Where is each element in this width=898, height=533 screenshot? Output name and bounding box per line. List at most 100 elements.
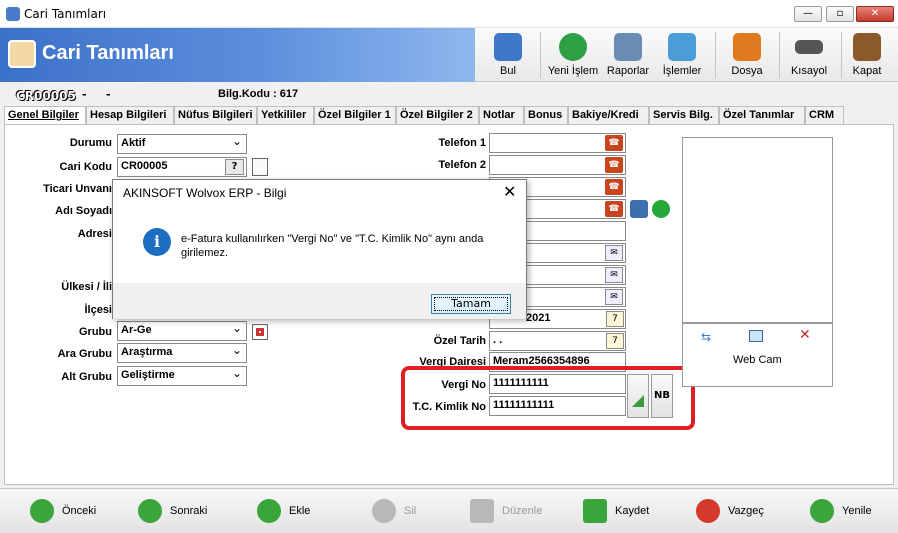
operations-button[interactable]: İşlemler bbox=[659, 28, 705, 82]
calendar-icon[interactable]: 7 bbox=[606, 333, 624, 349]
edit-button[interactable]: Düzenle bbox=[470, 499, 544, 523]
contacts-icon bbox=[8, 40, 36, 68]
save-button[interactable]: Kaydet bbox=[583, 499, 655, 523]
phone-icon[interactable]: ☎ bbox=[605, 179, 623, 195]
ok-button[interactable]: Tamam bbox=[431, 294, 511, 314]
dialog-title: AKINSOFT Wolvox ERP - Bilgi bbox=[123, 186, 287, 200]
tab-crm[interactable]: CRM bbox=[805, 106, 844, 125]
ticari-unvani-label: Ticari Unvanı bbox=[43, 183, 112, 195]
ara-grubu-select[interactable]: Araştırma bbox=[117, 343, 247, 363]
ara-grubu-label: Ara Grubu bbox=[57, 348, 112, 360]
bottom-navbar: Önceki Sonraki Ekle Sil Düzenle Kaydet V… bbox=[0, 488, 898, 533]
operations-icon bbox=[668, 33, 696, 61]
alt-grubu-select[interactable]: Geliştirme bbox=[117, 366, 247, 386]
adi-soyadi-label: Adı Soyadı bbox=[55, 205, 112, 217]
next-button[interactable]: Sonraki bbox=[138, 499, 210, 523]
ilcesi-label: İlçesi bbox=[84, 304, 112, 316]
cancel-button[interactable]: Vazgeç bbox=[696, 499, 766, 523]
ozel-tarih-label: Özel Tarih bbox=[433, 335, 486, 347]
tab-hesap-bilgileri[interactable]: Hesap Bilgileri bbox=[86, 106, 174, 125]
cancel-x-icon bbox=[696, 499, 720, 523]
tab-ozel-bilgiler-2[interactable]: Özel Bilgiler 2 bbox=[396, 106, 479, 125]
tab-bakiye-kredi[interactable]: Bakiye/Kredi bbox=[568, 106, 649, 125]
checkmark-icon bbox=[583, 499, 607, 523]
close-button[interactable]: ✕ bbox=[856, 6, 894, 22]
toolbar-divider bbox=[540, 32, 541, 78]
transfer-icon[interactable]: ⇆ bbox=[701, 330, 711, 344]
info-icon: i bbox=[143, 228, 171, 256]
toolbar-divider bbox=[841, 32, 842, 78]
previous-button[interactable]: Önceki bbox=[30, 499, 100, 523]
new-transaction-button[interactable]: Yeni İşlem bbox=[547, 28, 599, 82]
mail-icon[interactable]: ✉ bbox=[605, 245, 623, 261]
tab-genel-bilgiler[interactable]: Genel Bilgiler bbox=[4, 106, 86, 126]
page-header: Cari Tanımları bbox=[0, 28, 475, 82]
grubu-select[interactable]: Ar-Ge bbox=[117, 321, 247, 341]
close-form-button[interactable]: Kapat bbox=[845, 28, 889, 82]
folder-icon bbox=[733, 33, 761, 61]
photo-controls: ⇆ ✕ Web Cam bbox=[682, 323, 833, 387]
dialog-close-icon[interactable]: ✕ bbox=[503, 182, 516, 201]
cari-kodu-label: Cari Kodu bbox=[59, 161, 112, 173]
record-info: CR00005 - - Bilg.Kodu : 617 bbox=[0, 84, 898, 104]
record-dash-2: - bbox=[106, 88, 111, 101]
tab-ozel-tanimlar[interactable]: Özel Tanımlar bbox=[719, 106, 805, 125]
add-button[interactable]: Ekle bbox=[257, 499, 317, 523]
calendar-icon[interactable]: 7 bbox=[606, 311, 624, 327]
telefon-1-label: Telefon 1 bbox=[438, 137, 486, 149]
adresi-label: Adresi bbox=[77, 228, 112, 240]
record-dash-1: - bbox=[82, 88, 87, 101]
tab-bonus[interactable]: Bonus bbox=[524, 106, 568, 125]
main-toolbar: Bul Yeni İşlem Raporlar İşlemler Dosya K… bbox=[475, 28, 898, 82]
minimize-button[interactable]: — bbox=[794, 6, 822, 22]
tab-servis-bilg[interactable]: Servis Bilg. bbox=[649, 106, 719, 125]
find-button[interactable]: Bul bbox=[489, 28, 527, 82]
whatsapp-icon[interactable] bbox=[652, 200, 670, 218]
tab-nufus-bilgileri[interactable]: Nüfus Bilgileri bbox=[174, 106, 257, 125]
app-icon bbox=[6, 7, 20, 21]
camera-icon[interactable] bbox=[749, 330, 763, 342]
dialog-message: e-Fatura kullanılırken "Vergi No" ve "T.… bbox=[181, 233, 484, 259]
window-titlebar: Cari Tanımları — ▫ ✕ bbox=[0, 0, 898, 28]
plus-icon bbox=[559, 33, 587, 61]
shortcut-button[interactable]: Kısayol bbox=[786, 28, 832, 82]
barcode-icon[interactable] bbox=[252, 324, 268, 340]
cari-kodu-lookup-button[interactable]: ? bbox=[225, 159, 244, 175]
telefon-2-label: Telefon 2 bbox=[438, 159, 486, 171]
tab-notlar[interactable]: Notlar bbox=[479, 106, 524, 125]
info-code: Bilg.Kodu : 617 bbox=[218, 88, 299, 100]
refresh-button[interactable]: Yenile bbox=[810, 499, 876, 523]
arrow-left-icon bbox=[30, 499, 54, 523]
document-icon[interactable] bbox=[252, 158, 268, 176]
delete-button[interactable]: Sil bbox=[372, 499, 422, 523]
webcam-label[interactable]: Web Cam bbox=[733, 354, 782, 366]
file-button[interactable]: Dosya bbox=[724, 28, 770, 82]
durumu-select[interactable]: Aktif bbox=[117, 134, 247, 154]
alt-grubu-label: Alt Grubu bbox=[61, 371, 112, 383]
plus-icon bbox=[257, 499, 281, 523]
mail-icon[interactable]: ✉ bbox=[605, 267, 623, 283]
photo-area[interactable] bbox=[682, 137, 833, 323]
minus-icon bbox=[372, 499, 396, 523]
delete-icon[interactable]: ✕ bbox=[799, 327, 811, 343]
reports-button[interactable]: Raporlar bbox=[605, 28, 651, 82]
window-title: Cari Tanımları bbox=[24, 7, 107, 21]
highlight-box bbox=[401, 366, 695, 430]
ulkesi-label: Ülkesi / İli bbox=[61, 281, 112, 293]
phone-icon[interactable]: ☎ bbox=[605, 157, 623, 173]
tab-strip: Genel Bilgiler Hesap Bilgileri Nüfus Bil… bbox=[4, 106, 894, 126]
tab-ozel-bilgiler-1[interactable]: Özel Bilgiler 1 bbox=[314, 106, 396, 125]
pencil-icon bbox=[470, 499, 494, 523]
maximize-button[interactable]: ▫ bbox=[826, 6, 854, 22]
tab-yetkililer[interactable]: Yetkililer bbox=[257, 106, 314, 125]
record-code: CR00005 bbox=[16, 89, 76, 103]
info-dialog: AKINSOFT Wolvox ERP - Bilgi ✕ i e-Fatura… bbox=[112, 179, 527, 319]
page-title: Cari Tanımları bbox=[42, 42, 174, 64]
keyboard-icon bbox=[795, 40, 823, 54]
mail-icon[interactable]: ✉ bbox=[605, 289, 623, 305]
grubu-label: Grubu bbox=[79, 326, 112, 338]
phone-icon[interactable]: ☎ bbox=[605, 201, 623, 217]
sms-icon[interactable] bbox=[630, 200, 648, 218]
phone-icon[interactable]: ☎ bbox=[605, 135, 623, 151]
toolbar-divider bbox=[715, 32, 716, 78]
